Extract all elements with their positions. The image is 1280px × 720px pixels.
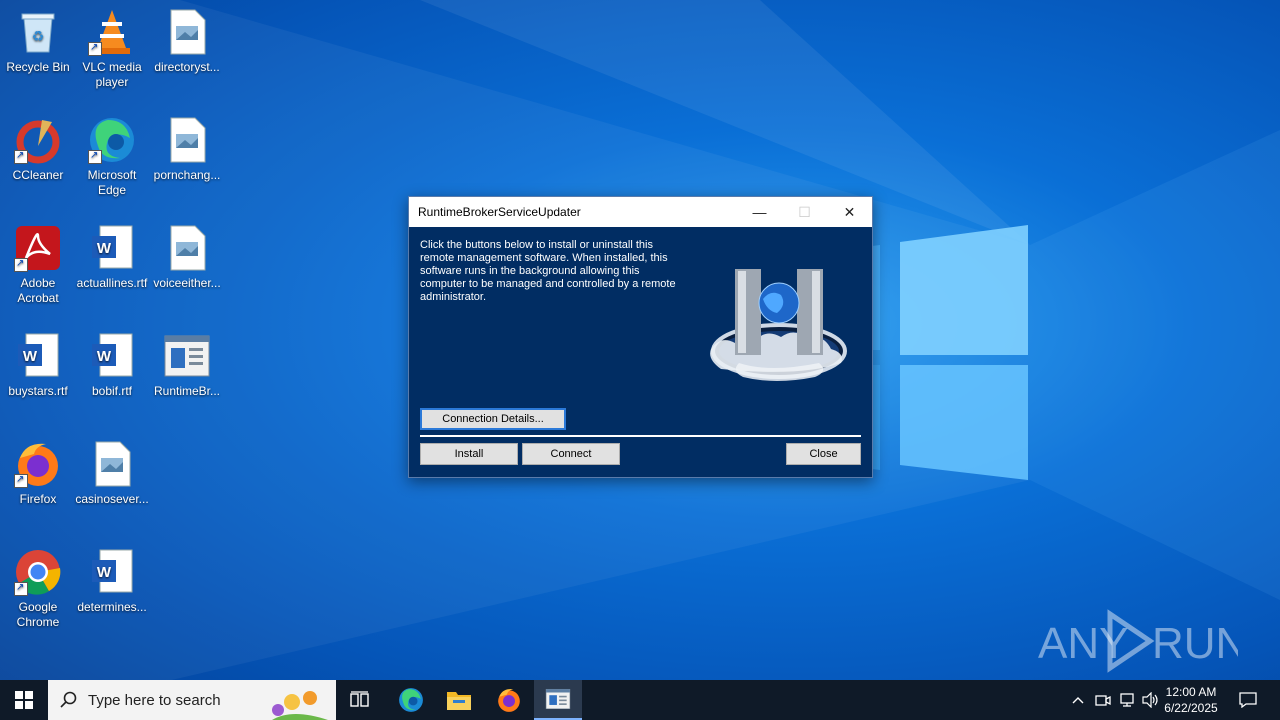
tray-network[interactable] [1115, 680, 1139, 720]
desktop-icon-pornchang[interactable]: pornchang... [149, 116, 225, 183]
image-file-icon [163, 224, 211, 272]
svg-text:ANY: ANY [1038, 619, 1128, 668]
svg-text:♻: ♻ [32, 28, 45, 44]
server-cloud-illustration-icon [710, 269, 847, 381]
word-doc-icon: W [88, 224, 136, 272]
search-placeholder: Type here to search [88, 692, 221, 709]
notification-icon [1239, 692, 1257, 708]
dialog-titlebar[interactable]: RuntimeBrokerServiceUpdater — ☐ ✕ [409, 197, 872, 227]
taskbar: Type here to search 12:00 AM 6/22/2025 [0, 680, 1280, 720]
edge-icon [399, 688, 423, 712]
tray-meet-now[interactable] [1091, 680, 1115, 720]
image-file-icon [163, 8, 211, 56]
taskbar-file-explorer[interactable] [435, 680, 483, 720]
shortcut-arrow-icon [14, 148, 28, 164]
taskbar-search-box[interactable]: Type here to search [48, 680, 336, 720]
task-view-button[interactable] [336, 680, 384, 720]
image-file-icon [88, 440, 136, 488]
close-button[interactable]: Close [786, 443, 861, 465]
task-view-icon [350, 691, 369, 707]
desktop-icon-buystars[interactable]: W buystars.rtf [0, 332, 76, 399]
recycle-bin-icon: ♻ [14, 8, 62, 56]
desktop-icon-casinosever[interactable]: casinosever... [74, 440, 150, 507]
connect-button[interactable]: Connect [522, 443, 620, 465]
notification-center-button[interactable] [1226, 680, 1270, 720]
svg-text:W: W [97, 348, 112, 365]
shortcut-arrow-icon [14, 580, 28, 596]
taskbar-runtimebroker-app[interactable] [534, 680, 582, 720]
vlc-icon [88, 8, 136, 56]
anyrun-watermark: ANY RUN [1038, 609, 1238, 673]
maximize-button: ☐ [798, 203, 811, 220]
dialog-title: RuntimeBrokerServiceUpdater [418, 205, 581, 219]
taskbar-edge[interactable] [387, 680, 435, 720]
desktop-icon-recycle-bin[interactable]: ♻ Recycle Bin [0, 8, 76, 75]
word-doc-icon: W [14, 332, 62, 380]
svg-text:W: W [97, 240, 112, 257]
firefox-icon [498, 689, 520, 712]
runtimebroker-dialog: RuntimeBrokerServiceUpdater — ☐ ✕ Click … [408, 196, 873, 478]
acrobat-icon [14, 224, 62, 272]
svg-text:RUN: RUN [1152, 619, 1238, 668]
volume-icon [1142, 692, 1158, 708]
taskbar-firefox[interactable] [485, 680, 533, 720]
install-button[interactable]: Install [420, 443, 518, 465]
image-file-icon [163, 116, 211, 164]
desktop-icon-runtimebr[interactable]: RuntimeBr... [149, 332, 225, 399]
desktop-icon-microsoft-edge[interactable]: Microsoft Edge [74, 116, 150, 198]
word-doc-icon: W [88, 548, 136, 596]
clock-time: 12:00 AM [1165, 685, 1217, 699]
desktop-icon-determines[interactable]: W determines... [74, 548, 150, 615]
desktop-icon-directoryst[interactable]: directoryst... [149, 8, 225, 75]
search-icon [60, 691, 77, 708]
network-icon [1120, 693, 1134, 707]
desktop-icon-ccleaner[interactable]: CCleaner [0, 116, 76, 183]
minimize-button[interactable]: — [737, 197, 782, 227]
shortcut-arrow-icon [88, 40, 102, 56]
desktop-icon-adobe-acrobat[interactable]: Adobe Acrobat [0, 224, 76, 306]
firefox-icon [14, 440, 62, 488]
start-button[interactable] [0, 680, 48, 720]
app-window-icon [163, 332, 211, 380]
desktop-icon-bobif[interactable]: W bobif.rtf [74, 332, 150, 399]
svg-text:W: W [23, 348, 38, 365]
desktop-icon-actuallines[interactable]: W actuallines.rtf [74, 224, 150, 291]
camera-tray-icon [1095, 695, 1111, 706]
runtimebroker-app-icon [545, 688, 571, 710]
chrome-icon [14, 548, 62, 596]
shortcut-arrow-icon [88, 148, 102, 164]
desktop-icon-voiceeither[interactable]: voiceeither... [149, 224, 225, 291]
svg-text:W: W [97, 564, 112, 581]
show-hidden-icons-button[interactable] [1066, 680, 1090, 720]
connection-details-button[interactable]: Connection Details... [420, 408, 566, 430]
close-window-button[interactable]: ✕ [827, 197, 872, 227]
clock-date: 6/22/2025 [1164, 701, 1218, 715]
file-explorer-icon [447, 692, 471, 710]
chevron-up-icon [1072, 697, 1084, 704]
windows-start-icon [15, 691, 33, 709]
search-highlight-flowers-icon [272, 691, 328, 720]
word-doc-icon: W [88, 332, 136, 380]
ccleaner-icon [14, 116, 62, 164]
shortcut-arrow-icon [14, 256, 28, 272]
dialog-separator [420, 435, 861, 437]
dialog-description: Click the buttons below to install or un… [420, 239, 676, 303]
edge-icon [88, 116, 136, 164]
tray-clock[interactable]: 12:00 AM 6/22/2025 [1160, 684, 1222, 716]
desktop-icon-vlc[interactable]: VLC media player [74, 8, 150, 90]
desktop-icon-google-chrome[interactable]: Google Chrome [0, 548, 76, 630]
desktop-icon-firefox[interactable]: Firefox [0, 440, 76, 507]
shortcut-arrow-icon [14, 472, 28, 488]
